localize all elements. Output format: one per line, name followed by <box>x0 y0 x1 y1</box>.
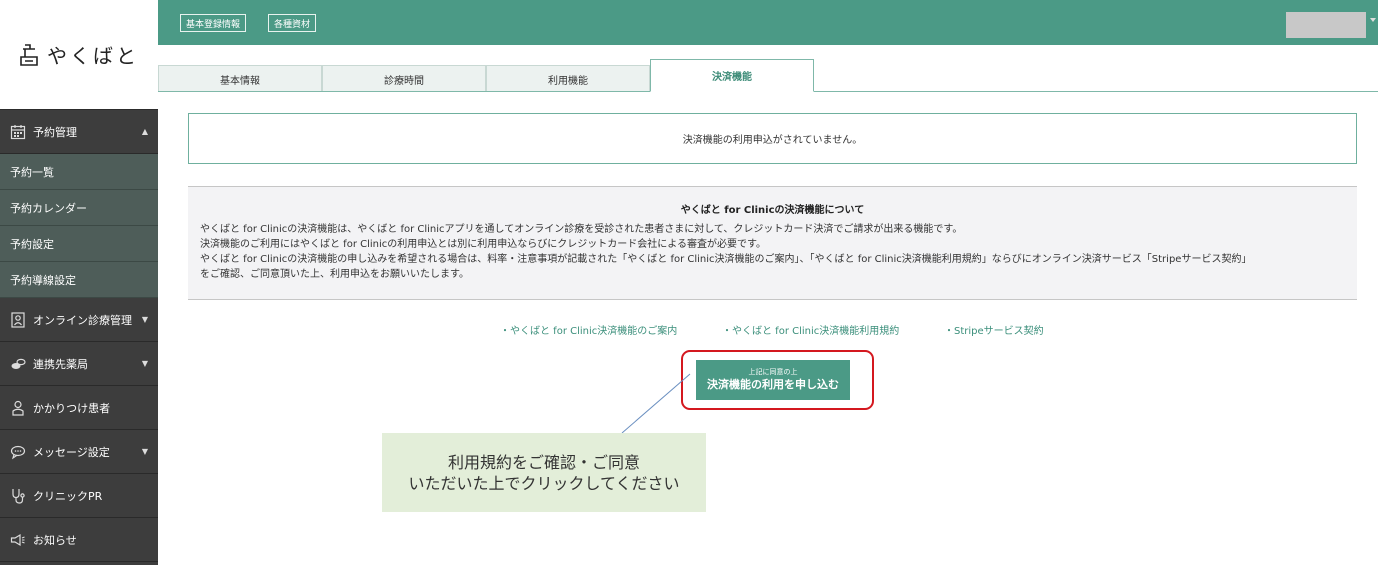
sidebar-item-label: かかりつけ患者 <box>33 401 111 415</box>
sidebar-item-label: お知らせ <box>33 533 77 547</box>
logo-text: やくばと <box>47 44 139 68</box>
top-bar: 基本登録情報 各種資材 <box>158 0 1378 45</box>
document-links: ・やくばと for Clinic決済機能のご案内 ・やくばと for Clini… <box>158 322 1378 338</box>
person-icon <box>10 400 26 416</box>
sidebar-item-news[interactable]: お知らせ <box>0 518 158 562</box>
about-line: やくばと for Clinicの決済機能の申し込みを希望される場合は、料率・注意… <box>200 254 1252 265</box>
stethoscope-icon <box>10 488 26 504</box>
apply-payment-button[interactable]: 上記に同意の上 決済機能の利用を申し込む <box>696 360 850 400</box>
chevron-down-icon: ▼ <box>141 447 148 456</box>
user-menu[interactable] <box>1286 12 1366 38</box>
tab-features[interactable]: 利用機能 <box>486 65 650 92</box>
sidebar-item-label: クリニックPR <box>33 489 103 503</box>
megaphone-icon <box>10 532 26 548</box>
basic-registration-button[interactable]: 基本登録情報 <box>180 14 247 32</box>
apply-button-label: 決済機能の利用を申し込む <box>707 379 839 391</box>
apply-button-subtext: 上記に同意の上 <box>748 369 798 376</box>
chevron-up-icon: ▲ <box>141 127 148 136</box>
tab-basic-info[interactable]: 基本情報 <box>158 65 322 92</box>
link-payment-guide[interactable]: ・やくばと for Clinic決済機能のご案内 <box>500 322 677 337</box>
about-line: やくばと for Clinicの決済機能は、やくばと for Clinicアプリ… <box>200 224 963 235</box>
calendar-icon <box>10 124 26 140</box>
logo-icon <box>20 43 38 66</box>
sidebar-item-messages[interactable]: メッセージ設定 ▼ <box>0 430 158 474</box>
about-line: をご確認、ご同意頂いた上、利用申込をお願いいたします。 <box>200 269 469 280</box>
doctor-icon <box>10 311 26 328</box>
tab-payment[interactable]: 決済機能 <box>650 59 814 92</box>
sidebar-subitem-reservation-settings[interactable]: 予約設定 <box>0 226 158 262</box>
sidebar-subitem-reservation-list[interactable]: 予約一覧 <box>0 154 158 190</box>
pharmacy-icon <box>10 356 26 372</box>
sidebar-subitem-reservation-flow[interactable]: 予約導線設定 <box>0 262 158 298</box>
tab-consultation-hours[interactable]: 診療時間 <box>322 65 486 92</box>
sidebar-item-label: 連携先薬局 <box>33 357 88 371</box>
sidebar-item-label: オンライン診療管理 <box>33 313 132 327</box>
section-title: やくばと for Clinicの決済機能について <box>680 205 865 216</box>
sidebar-item-label: 予約管理 <box>33 125 77 139</box>
about-payment-section: やくばと for Clinicの決済機能について やくばと for Clinic… <box>188 186 1357 300</box>
sidebar-item-reservation[interactable]: 予約管理 ▲ <box>0 110 158 154</box>
status-notice-text: 決済機能の利用申込がされていません。 <box>682 135 863 146</box>
sidebar-item-online-consult[interactable]: オンライン診療管理 ▼ <box>0 298 158 342</box>
sidebar-item-patients[interactable]: かかりつけ患者 <box>0 386 158 430</box>
sidebar-subitem-reservation-calendar[interactable]: 予約カレンダー <box>0 190 158 226</box>
sidebar-item-label: メッセージ設定 <box>33 445 110 459</box>
instruction-callout: 利用規約をご確認・ご同意 いただいた上でクリックしてください <box>382 433 706 512</box>
chevron-down-icon: ▼ <box>141 315 148 324</box>
chevron-down-icon[interactable] <box>1370 18 1376 22</box>
sidebar: やくばと 予約管理 ▲ 予約一覧 予約カレンダー 予約設定 予約導線設定 オンラ… <box>0 0 158 565</box>
callout-line-1: 利用規約をご確認・ご同意 <box>447 452 640 472</box>
app-root: やくばと 予約管理 ▲ 予約一覧 予約カレンダー 予約設定 予約導線設定 オンラ… <box>0 0 1378 565</box>
sidebar-item-pharmacy[interactable]: 連携先薬局 ▼ <box>0 342 158 386</box>
chat-icon <box>10 444 26 460</box>
status-notice: 決済機能の利用申込がされていません。 <box>188 113 1357 164</box>
chevron-down-icon: ▼ <box>141 359 148 368</box>
materials-button[interactable]: 各種資材 <box>268 14 317 32</box>
about-line: 決済機能のご利用にはやくばと for Clinicの利用申込とは別に利用申込なら… <box>200 239 766 250</box>
sidebar-item-clinic-pr[interactable]: クリニックPR <box>0 474 158 518</box>
link-stripe-agreement[interactable]: ・Stripeサービス契約 <box>944 322 1044 337</box>
logo[interactable]: やくばと <box>0 0 158 110</box>
tab-bar: 基本情報 診療時間 利用機能 決済機能 <box>158 45 1378 92</box>
callout-line-2: いただいた上でクリックしてください <box>408 473 680 493</box>
link-payment-terms[interactable]: ・やくばと for Clinic決済機能利用規約 <box>722 322 899 337</box>
